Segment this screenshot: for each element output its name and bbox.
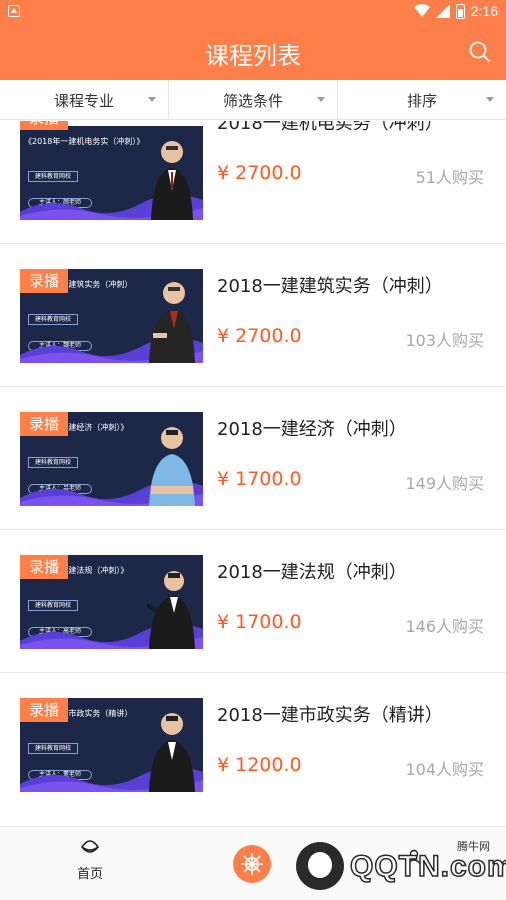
watermark-logo: QQTN.com 腾牛网 bbox=[296, 838, 506, 898]
watermark-small-text: 腾牛网 bbox=[457, 840, 490, 853]
course-price: ¥ 2700.0 bbox=[217, 162, 302, 184]
course-title: 2018一建建筑实务（冲刺） bbox=[217, 276, 443, 297]
course-item[interactable]: 《2018年一建经济（冲刺）》 建科教育网校 主讲人：吕老师 录播 2018一建… bbox=[0, 387, 506, 530]
signal-icon bbox=[435, 4, 450, 18]
course-buyers: 51人购买 bbox=[415, 168, 484, 187]
caret-down-icon bbox=[148, 97, 156, 102]
course-item[interactable]: 2018年一建建筑实务（冲刺） 建科教育网校 主讲人：魏老师 录播 2018一建… bbox=[0, 244, 506, 387]
filter-conditions-dropdown[interactable]: 筛选条件 bbox=[169, 80, 338, 119]
page-title: 课程列表 bbox=[205, 42, 301, 70]
search-icon[interactable] bbox=[466, 38, 494, 66]
filter-bar: 课程专业 筛选条件 排序 bbox=[0, 80, 506, 120]
caret-down-icon bbox=[317, 97, 325, 102]
recorded-badge: 录播 bbox=[20, 269, 68, 293]
notification-icon bbox=[8, 5, 20, 17]
battery-icon bbox=[455, 3, 465, 19]
status-indicators: 2:16 bbox=[413, 3, 498, 19]
recorded-badge: 录播 bbox=[20, 698, 68, 722]
course-title: 2018一建经济（冲刺） bbox=[217, 419, 407, 440]
course-buyers: 149人购买 bbox=[405, 474, 484, 493]
lecturer-photo bbox=[151, 141, 193, 220]
course-buyers: 103人购买 bbox=[405, 331, 484, 350]
course-price: ¥ 1700.0 bbox=[217, 468, 302, 490]
lecturer-photo bbox=[149, 427, 195, 506]
nav-home-label: 首页 bbox=[76, 867, 103, 882]
watermark-text: QQTN.com bbox=[349, 849, 506, 884]
sort-label: 排序 bbox=[406, 92, 437, 110]
filter-major-label: 课程专业 bbox=[53, 92, 114, 110]
course-thumbnail: 《2018年一建机电务实（冲刺）》 建科教育网校 主讲人：颜老师 bbox=[20, 126, 203, 220]
course-list[interactable]: 《2018年一建机电务实（冲刺）》 建科教育网校 主讲人：颜老师 录播 2018… bbox=[0, 121, 506, 804]
course-item[interactable]: 《2018年一建法规（冲刺）》 建科教育网校 主讲人：高老师 录播 2018一建… bbox=[0, 530, 506, 673]
thumbnail-school-tag: 建科教育网校 bbox=[28, 457, 78, 468]
course-title: 2018一建法规（冲刺） bbox=[217, 562, 407, 583]
course-title: 2018一建市政实务（精讲） bbox=[217, 705, 443, 726]
course-buyers: 104人购买 bbox=[405, 760, 484, 779]
app-bar: 课程列表 bbox=[0, 24, 506, 80]
watermark-mark bbox=[296, 842, 344, 890]
status-time: 2:16 bbox=[470, 3, 498, 19]
lecturer-photo bbox=[147, 571, 195, 649]
course-price: ¥ 1200.0 bbox=[217, 754, 302, 776]
recorded-badge: 录播 bbox=[20, 555, 68, 579]
status-bar: 2:16 bbox=[0, 0, 506, 24]
course-buyers: 146人购买 bbox=[405, 617, 484, 636]
home-icon bbox=[80, 840, 100, 853]
course-item[interactable]: 2018年一建市政实务（精讲） 建科教育网校 主讲人：董老师 录播 2018一建… bbox=[0, 673, 506, 804]
recorded-badge: 录播 bbox=[20, 412, 68, 436]
lecturer-photo bbox=[149, 713, 195, 792]
wifi-icon bbox=[413, 4, 430, 17]
filter-major-dropdown[interactable]: 课程专业 bbox=[0, 80, 169, 119]
nav-center-button[interactable] bbox=[233, 845, 271, 883]
thumbnail-school-tag: 建科教育网校 bbox=[28, 600, 78, 611]
filter-conditions-label: 筛选条件 bbox=[222, 92, 283, 110]
thumbnail-title: 《2018年一建机电务实（冲刺）》 bbox=[24, 137, 145, 146]
lecturer-photo bbox=[149, 282, 195, 363]
thumbnail-school-tag: 建科教育网校 bbox=[28, 743, 78, 754]
course-price: ¥ 2700.0 bbox=[217, 325, 302, 347]
caret-down-icon bbox=[486, 97, 494, 102]
sort-dropdown[interactable]: 排序 bbox=[338, 80, 506, 119]
thumbnail-school-tag: 建科教育网校 bbox=[28, 314, 78, 325]
helm-icon bbox=[241, 853, 263, 875]
thumbnail-school-tag: 建科教育网校 bbox=[28, 171, 78, 182]
recorded-badge: 录播 bbox=[20, 121, 68, 130]
course-price: ¥ 1700.0 bbox=[217, 611, 302, 633]
course-item[interactable]: 《2018年一建机电务实（冲刺）》 建科教育网校 主讲人：颜老师 录播 2018… bbox=[0, 121, 506, 244]
nav-home-tab[interactable]: 首页 bbox=[60, 835, 120, 895]
course-title: 2018一建机电实务（冲刺） bbox=[217, 121, 443, 134]
